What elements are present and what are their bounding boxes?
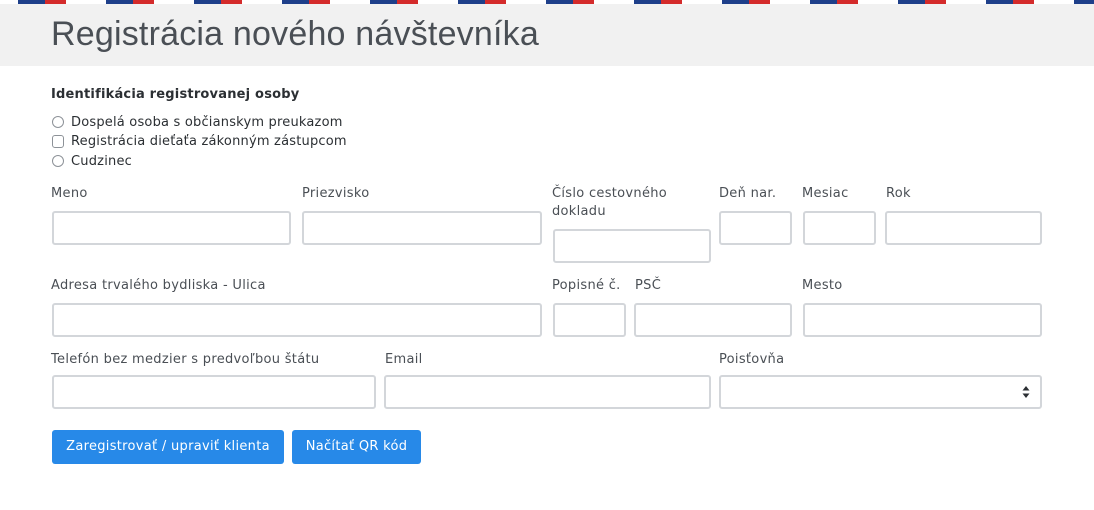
page-header: Registrácia nového návštevníka bbox=[0, 4, 1094, 66]
last-name-label: Priezvisko bbox=[302, 186, 370, 201]
house-number-label: Popisné č. bbox=[552, 278, 621, 293]
passport-number-label: Číslo cestovného dokladu bbox=[552, 186, 668, 219]
birth-year-label: Rok bbox=[886, 186, 911, 201]
radio-child-guardian[interactable]: Registrácia dieťaťa zákonným zástupcom bbox=[52, 132, 347, 150]
radio-circle-icon[interactable] bbox=[52, 155, 64, 167]
insurer-select[interactable] bbox=[719, 375, 1042, 409]
birth-day-input[interactable] bbox=[719, 211, 792, 245]
street-label: Adresa trvalého bydliska - Ulica bbox=[51, 278, 266, 293]
street-input[interactable] bbox=[52, 303, 542, 337]
identification-title: Identifikácia registrovanej osoby bbox=[51, 87, 300, 102]
house-number-input[interactable] bbox=[553, 303, 626, 337]
insurer-label: Poisťovňa bbox=[719, 352, 785, 367]
radio-adult-id[interactable]: Dospelá osoba s občianskym preukazom bbox=[52, 113, 343, 131]
radio-label: Cudzinec bbox=[71, 153, 132, 169]
radio-circle-icon[interactable] bbox=[52, 134, 64, 148]
first-name-label: Meno bbox=[51, 186, 88, 201]
phone-input[interactable] bbox=[52, 375, 376, 409]
select-arrows-icon bbox=[1022, 386, 1030, 398]
radio-circle-icon[interactable] bbox=[52, 116, 64, 128]
radio-label: Registrácia dieťaťa zákonným zástupcom bbox=[71, 133, 347, 149]
birth-month-input[interactable] bbox=[803, 211, 876, 245]
postal-code-input[interactable] bbox=[634, 303, 792, 337]
radio-foreigner[interactable]: Cudzinec bbox=[52, 152, 132, 170]
register-client-button[interactable]: Zaregistrovať / upraviť klienta bbox=[52, 430, 284, 464]
birth-year-input[interactable] bbox=[885, 211, 1042, 245]
birth-day-label: Deň nar. bbox=[719, 186, 777, 201]
birth-month-label: Mesiac bbox=[802, 186, 849, 201]
postal-code-label: PSČ bbox=[635, 278, 662, 293]
email-label: Email bbox=[385, 352, 423, 367]
passport-number-input[interactable] bbox=[553, 229, 711, 263]
city-input[interactable] bbox=[803, 303, 1042, 337]
last-name-input[interactable] bbox=[302, 211, 542, 245]
city-label: Mesto bbox=[802, 278, 843, 293]
email-input[interactable] bbox=[384, 375, 711, 409]
first-name-input[interactable] bbox=[52, 211, 291, 245]
phone-label: Telefón bez medzier s predvoľbou štátu bbox=[51, 352, 320, 367]
scan-qr-button[interactable]: Načítať QR kód bbox=[292, 430, 421, 464]
page-title: Registrácia nového návštevníka bbox=[51, 15, 539, 53]
radio-label: Dospelá osoba s občianskym preukazom bbox=[71, 114, 343, 130]
